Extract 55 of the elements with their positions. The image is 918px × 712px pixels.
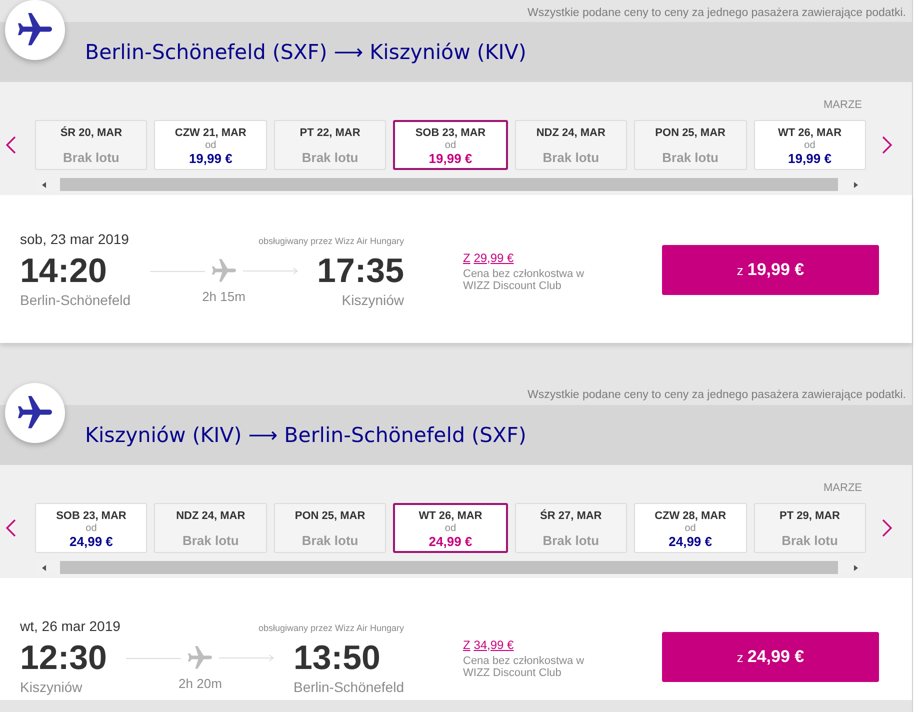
date-option[interactable]: SOB 23, MAR od 24,99 € [35, 503, 148, 553]
airplane-icon [188, 646, 212, 670]
route-title: Berlin-Schönefeld (SXF) ⟶ Kiszyniów (KIV) [85, 40, 526, 64]
date-option[interactable]: PT 22, MAR Brak lotu [274, 120, 386, 170]
select-fare-button[interactable]: z 24,99 € [662, 632, 879, 682]
flight-duration: 2h 20m [178, 676, 222, 692]
non-member-price-note: Cena bez członkostwa w WIZZ Discount Club [463, 654, 586, 678]
departure-city: Berlin-Schönefeld [20, 291, 131, 309]
non-member-price-link[interactable]: Z 34,99 € [463, 638, 514, 652]
arrival-city: Kiszyniów [342, 291, 404, 309]
airplane-icon [212, 259, 236, 283]
non-member-price-note: Cena bez członkostwa w WIZZ Discount Club [463, 268, 586, 292]
flight-duration: 2h 15m [202, 289, 246, 305]
date-option[interactable]: NDZ 24, MAR Brak lotu [514, 120, 628, 170]
month-label: MARZE [824, 98, 862, 112]
route-title: Kiszyniów (KIV) ⟶ Berlin-Schönefeld (SXF) [85, 423, 526, 447]
airplane-icon [5, 0, 65, 60]
scroll-left-icon[interactable] [42, 182, 46, 188]
chevron-left-icon[interactable] [6, 136, 16, 154]
month-label: MARZE [824, 481, 862, 495]
date-option[interactable]: CZW 28, MAR od 24,99 € [634, 503, 747, 553]
date-option[interactable]: PON 25, MAR Brak lotu [634, 120, 747, 170]
arrival-time: 17:35 [317, 251, 404, 291]
date-option[interactable]: ŚR 27, MAR Brak lotu [514, 503, 628, 553]
date-option[interactable]: WT 26, MAR od 24,99 € [393, 503, 508, 553]
date-option[interactable]: SOB 23, MAR od 19,99 € [393, 120, 508, 170]
chevron-left-icon[interactable] [6, 519, 16, 537]
departure-time: 14:20 [20, 251, 108, 291]
date-option[interactable]: PON 25, MAR Brak lotu [274, 503, 386, 553]
departure-city: Kiszyniów [20, 678, 84, 696]
operator-text: obsługiwany przez Wizz Air Hungary [258, 235, 404, 247]
flight-date: wt, 26 mar 2019 [20, 618, 120, 634]
route-arrow [242, 267, 298, 275]
scroll-right-icon[interactable] [854, 182, 858, 188]
price-notice: Wszystkie podane ceny to ceny za jednego pasażera zawierające podatki. [528, 388, 906, 402]
arrival-time: 13:50 [293, 638, 380, 678]
date-option[interactable]: CZW 21, MAR od 19,99 € [154, 120, 267, 170]
select-fare-button[interactable]: z 19,99 € [662, 245, 879, 295]
airplane-icon [5, 383, 65, 443]
scroll-right-icon[interactable] [854, 564, 858, 570]
scroll-left-icon[interactable] [42, 564, 46, 570]
date-option[interactable]: WT 26, MAR od 19,99 € [754, 120, 866, 170]
non-member-price-link[interactable]: Z 29,99 € [463, 250, 514, 266]
flight-date: sob, 23 mar 2019 [20, 231, 129, 247]
route-line [150, 270, 205, 272]
price-notice: Wszystkie podane ceny to ceny za jednego pasażera zawierające podatki. [528, 6, 906, 20]
chevron-right-icon[interactable] [882, 519, 892, 537]
departure-time: 12:30 [20, 638, 107, 678]
arrival-city: Berlin-Schönefeld [293, 678, 404, 696]
operator-text: obsługiwany przez Wizz Air Hungary [258, 622, 404, 634]
route-arrow [219, 654, 274, 662]
date-option[interactable]: NDZ 24, MAR Brak lotu [154, 503, 267, 553]
date-option[interactable]: PT 29, MAR Brak lotu [754, 503, 866, 553]
date-option[interactable]: ŚR 20, MAR Brak lotu [35, 120, 148, 170]
chevron-right-icon[interactable] [882, 136, 892, 154]
